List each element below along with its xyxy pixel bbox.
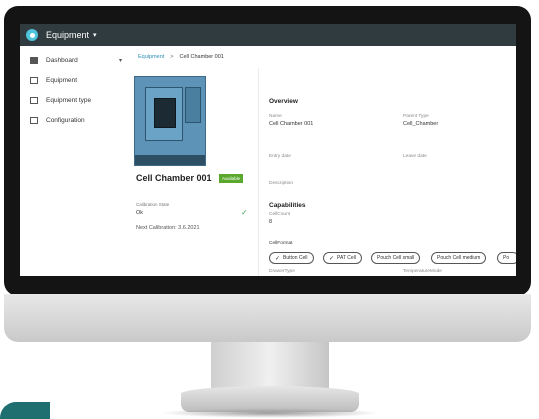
chevron-down-icon[interactable]: ▾: [119, 57, 122, 64]
drawer-type-label: DrawerType: [269, 269, 295, 274]
cellcount-label: CellCount: [269, 212, 291, 217]
breadcrumb-equipment-link[interactable]: Equipment: [138, 54, 164, 60]
dashboard-icon: [30, 56, 38, 64]
app-logo-icon[interactable]: [26, 29, 38, 41]
chip-pouch-cell-medium[interactable]: Pouch Cell medium: [431, 252, 487, 264]
chip-pat-cell[interactable]: ✓ PAT Cell: [323, 252, 362, 264]
sidebar-item-dashboard[interactable]: Dashboard ▾: [20, 50, 130, 70]
monitor-shadow: [160, 408, 380, 418]
description-label: Description: [269, 181, 293, 186]
check-icon: ✓: [329, 255, 335, 262]
leave-date-label: Leave date: [403, 154, 427, 159]
breadcrumb: Equipment > Cell Chamber 001: [130, 46, 516, 69]
cellcount-value: 8: [269, 219, 273, 225]
name-label: Name: [269, 114, 282, 119]
parent-type-label: Parent Type: [403, 114, 429, 119]
check-icon: ✓: [275, 255, 281, 262]
next-calibration: Next Calibration: 3.6.2021: [136, 225, 200, 231]
overview-panel: Overview Name Cell Chamber 001 Parent Ty…: [258, 68, 516, 276]
overview-heading: Overview: [269, 98, 298, 105]
app-title[interactable]: Equipment: [46, 30, 89, 40]
capabilities-heading: Capabilities: [269, 202, 306, 209]
equipment-summary-card: Cell Chamber 001 Available Calibration S…: [130, 68, 258, 276]
calibration-state-label: Calibration State: [136, 202, 170, 207]
parent-type-value: Cell_Chamber: [403, 121, 439, 127]
chip-button-cell[interactable]: ✓ Button Cell: [269, 252, 314, 264]
brand-logo-fragment: [0, 402, 50, 419]
chevron-down-icon[interactable]: ▾: [93, 31, 97, 39]
configuration-icon: [30, 116, 38, 124]
equipment-name: Cell Chamber 001: [136, 173, 212, 183]
breadcrumb-current: Cell Chamber 001: [179, 54, 224, 60]
chip-pouch-cell-partial[interactable]: Po: [497, 252, 516, 264]
cellformat-label: CellFormat: [269, 241, 293, 246]
breadcrumb-separator: >: [170, 54, 174, 60]
top-bar: Equipment ▾: [20, 24, 516, 46]
monitor-chin: [4, 294, 531, 342]
chip-pouch-cell-small[interactable]: Pouch Cell small: [371, 252, 421, 264]
equipment-image: [134, 76, 206, 166]
equipment-icon: [30, 76, 38, 84]
temperature-mode-label: TemperatureMode: [403, 269, 442, 274]
monitor-stand-neck: [211, 342, 329, 392]
entry-date-label: Entry date: [269, 154, 291, 159]
check-icon: ✓: [241, 208, 248, 217]
status-badge: Available: [219, 174, 244, 183]
sidebar-item-equipment-type[interactable]: Equipment type: [20, 90, 130, 110]
name-value: Cell Chamber 001: [269, 121, 314, 127]
sidebar-item-configuration[interactable]: Configuration: [20, 110, 130, 130]
sidebar-item-equipment[interactable]: Equipment: [20, 70, 130, 90]
sidebar-item-label: Dashboard: [46, 56, 78, 64]
calibration-state-value: Ok: [136, 210, 144, 216]
screen: Equipment ▾ Dashboard ▾ Equipment Equipm…: [20, 24, 516, 276]
sidebar-item-label: Equipment type: [46, 96, 92, 104]
sidebar: Dashboard ▾ Equipment Equipment type Con…: [20, 46, 131, 276]
sidebar-item-label: Configuration: [46, 116, 85, 124]
equipment-type-icon: [30, 96, 38, 104]
sidebar-item-label: Equipment: [46, 76, 78, 84]
